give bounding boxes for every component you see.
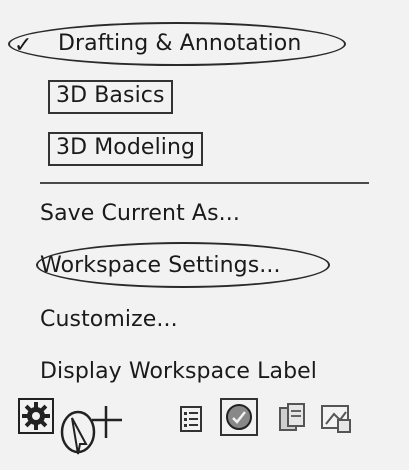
status-bar (0, 398, 409, 466)
highlight-ellipse (8, 22, 346, 66)
menu-item-3d-basics[interactable]: 3D Basics (48, 80, 173, 114)
save-current-as-item[interactable]: Save Current As... (40, 200, 240, 228)
menu-item-label: 3D Modeling (56, 135, 196, 160)
isolate-icon[interactable] (220, 398, 258, 436)
display-workspace-label-item[interactable]: Display Workspace Label (40, 358, 317, 386)
gear-icon[interactable] (18, 398, 54, 434)
menu-item-label: 3D Basics (56, 83, 165, 108)
crosshair-icon[interactable] (58, 400, 124, 466)
menu-item-label: Customize... (40, 307, 178, 332)
viewport-icon[interactable] (320, 402, 354, 436)
menu-item-label: Save Current As... (40, 201, 240, 226)
copy-icon[interactable] (278, 402, 308, 434)
menu-item-label: Display Workspace Label (40, 359, 317, 384)
menu-item-3d-modeling[interactable]: 3D Modeling (48, 132, 204, 166)
highlight-ellipse (36, 242, 330, 288)
menu-divider (40, 182, 369, 184)
customize-item[interactable]: Customize... (40, 306, 178, 334)
list-icon[interactable] (180, 406, 202, 432)
